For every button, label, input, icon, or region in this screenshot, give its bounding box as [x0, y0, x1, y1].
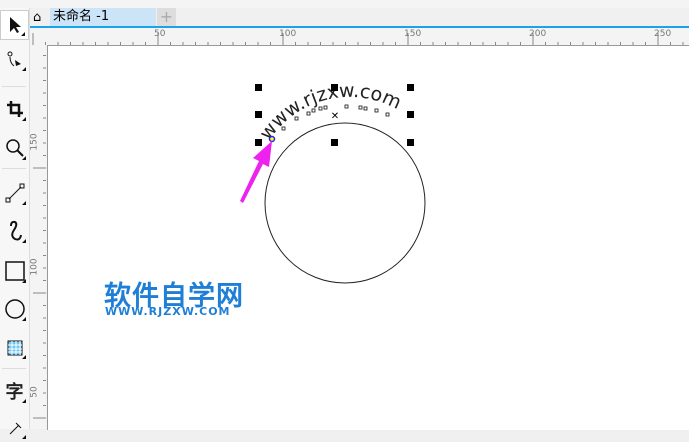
- watermark-url: WWW.RJZXW.COM: [105, 305, 231, 318]
- circle-shape[interactable]: [264, 122, 426, 284]
- drawing-canvas[interactable]: www.rjzxw.com ✕ 软件自学网 WWW.RJZXW.COM: [47, 45, 689, 430]
- ruler-label: 50: [29, 386, 40, 398]
- arrow-annotation: [240, 141, 272, 203]
- center-marker-icon: ✕: [331, 111, 339, 122]
- dimension-tool[interactable]: [0, 412, 29, 442]
- ruler-label: 250: [654, 29, 672, 39]
- start-node[interactable]: [268, 135, 276, 143]
